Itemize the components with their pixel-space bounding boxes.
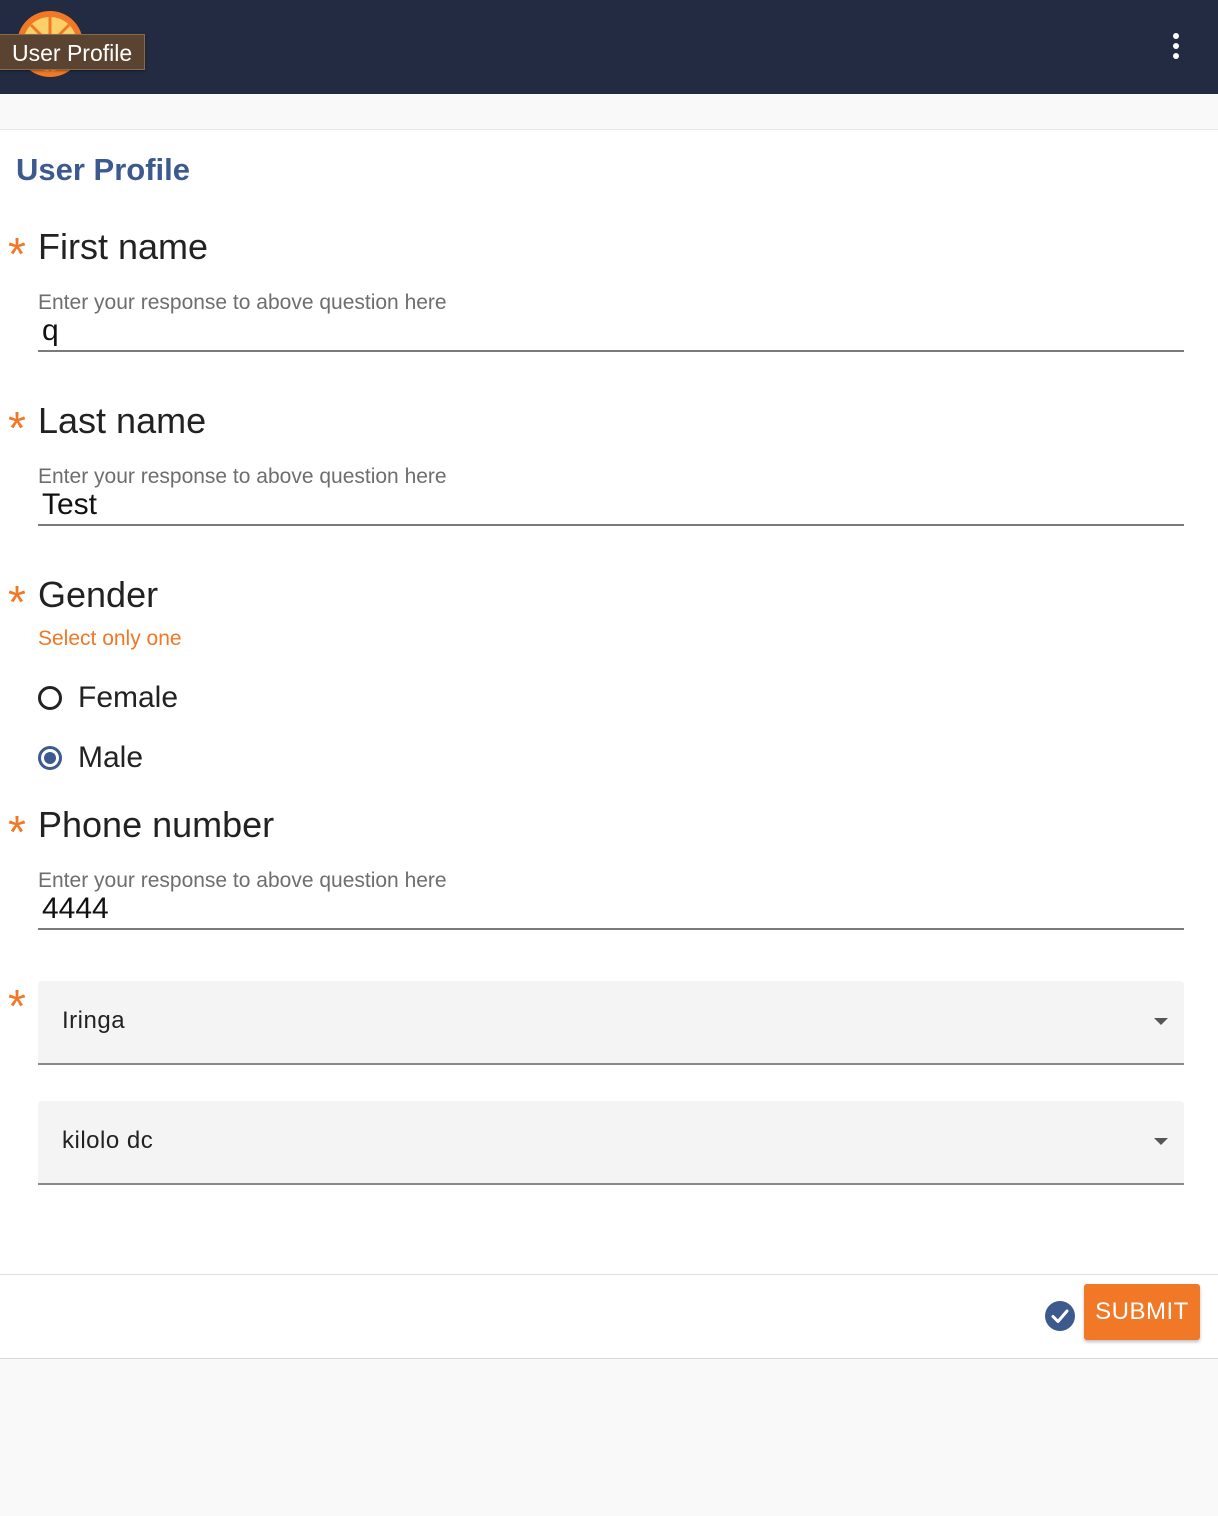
district-select[interactable]: kilolo dc	[38, 1101, 1184, 1185]
dropdown-arrow-icon[interactable]	[1154, 1018, 1168, 1025]
required-asterisk-icon: *	[8, 980, 26, 1032]
gender-label: Gender	[38, 574, 159, 615]
phone-number-label: Phone number	[38, 804, 275, 845]
radio-option-label: Male	[78, 741, 144, 774]
region-select-value: Iringa	[62, 1007, 126, 1034]
dropdown-arrow-icon[interactable]	[1154, 1138, 1168, 1145]
required-asterisk-icon: *	[8, 228, 26, 280]
radio-option-male[interactable]: Male	[38, 738, 143, 778]
first-name-label: First name	[38, 226, 209, 267]
district-select-value: kilolo dc	[62, 1127, 154, 1154]
required-asterisk-icon: *	[8, 402, 26, 454]
last-name-input[interactable]	[38, 486, 1184, 526]
radio-unchecked-icon[interactable]	[38, 686, 62, 710]
form-card: User Profile * First name Enter your res…	[0, 129, 1218, 1359]
submit-button[interactable]: SUBMIT	[1084, 1284, 1200, 1340]
required-asterisk-icon: *	[8, 806, 26, 858]
footer-divider	[0, 1274, 1218, 1275]
phone-number-input[interactable]	[38, 890, 1184, 930]
radio-checked-icon[interactable]	[38, 746, 62, 770]
app-bar: User Profile	[0, 0, 1218, 94]
radio-option-female[interactable]: Female	[38, 678, 178, 718]
first-name-input[interactable]	[38, 312, 1184, 352]
more-vert-icon[interactable]	[1160, 30, 1192, 62]
radio-option-label: Female	[78, 681, 179, 714]
last-name-label: Last name	[38, 400, 207, 441]
gender-hint: Select only one	[38, 627, 182, 650]
required-asterisk-icon: *	[8, 576, 26, 628]
check-circle-icon	[1045, 1301, 1075, 1331]
form-title: User Profile	[16, 152, 191, 187]
page-title-tooltip: User Profile	[0, 34, 146, 70]
region-select[interactable]: Iringa	[38, 981, 1184, 1065]
